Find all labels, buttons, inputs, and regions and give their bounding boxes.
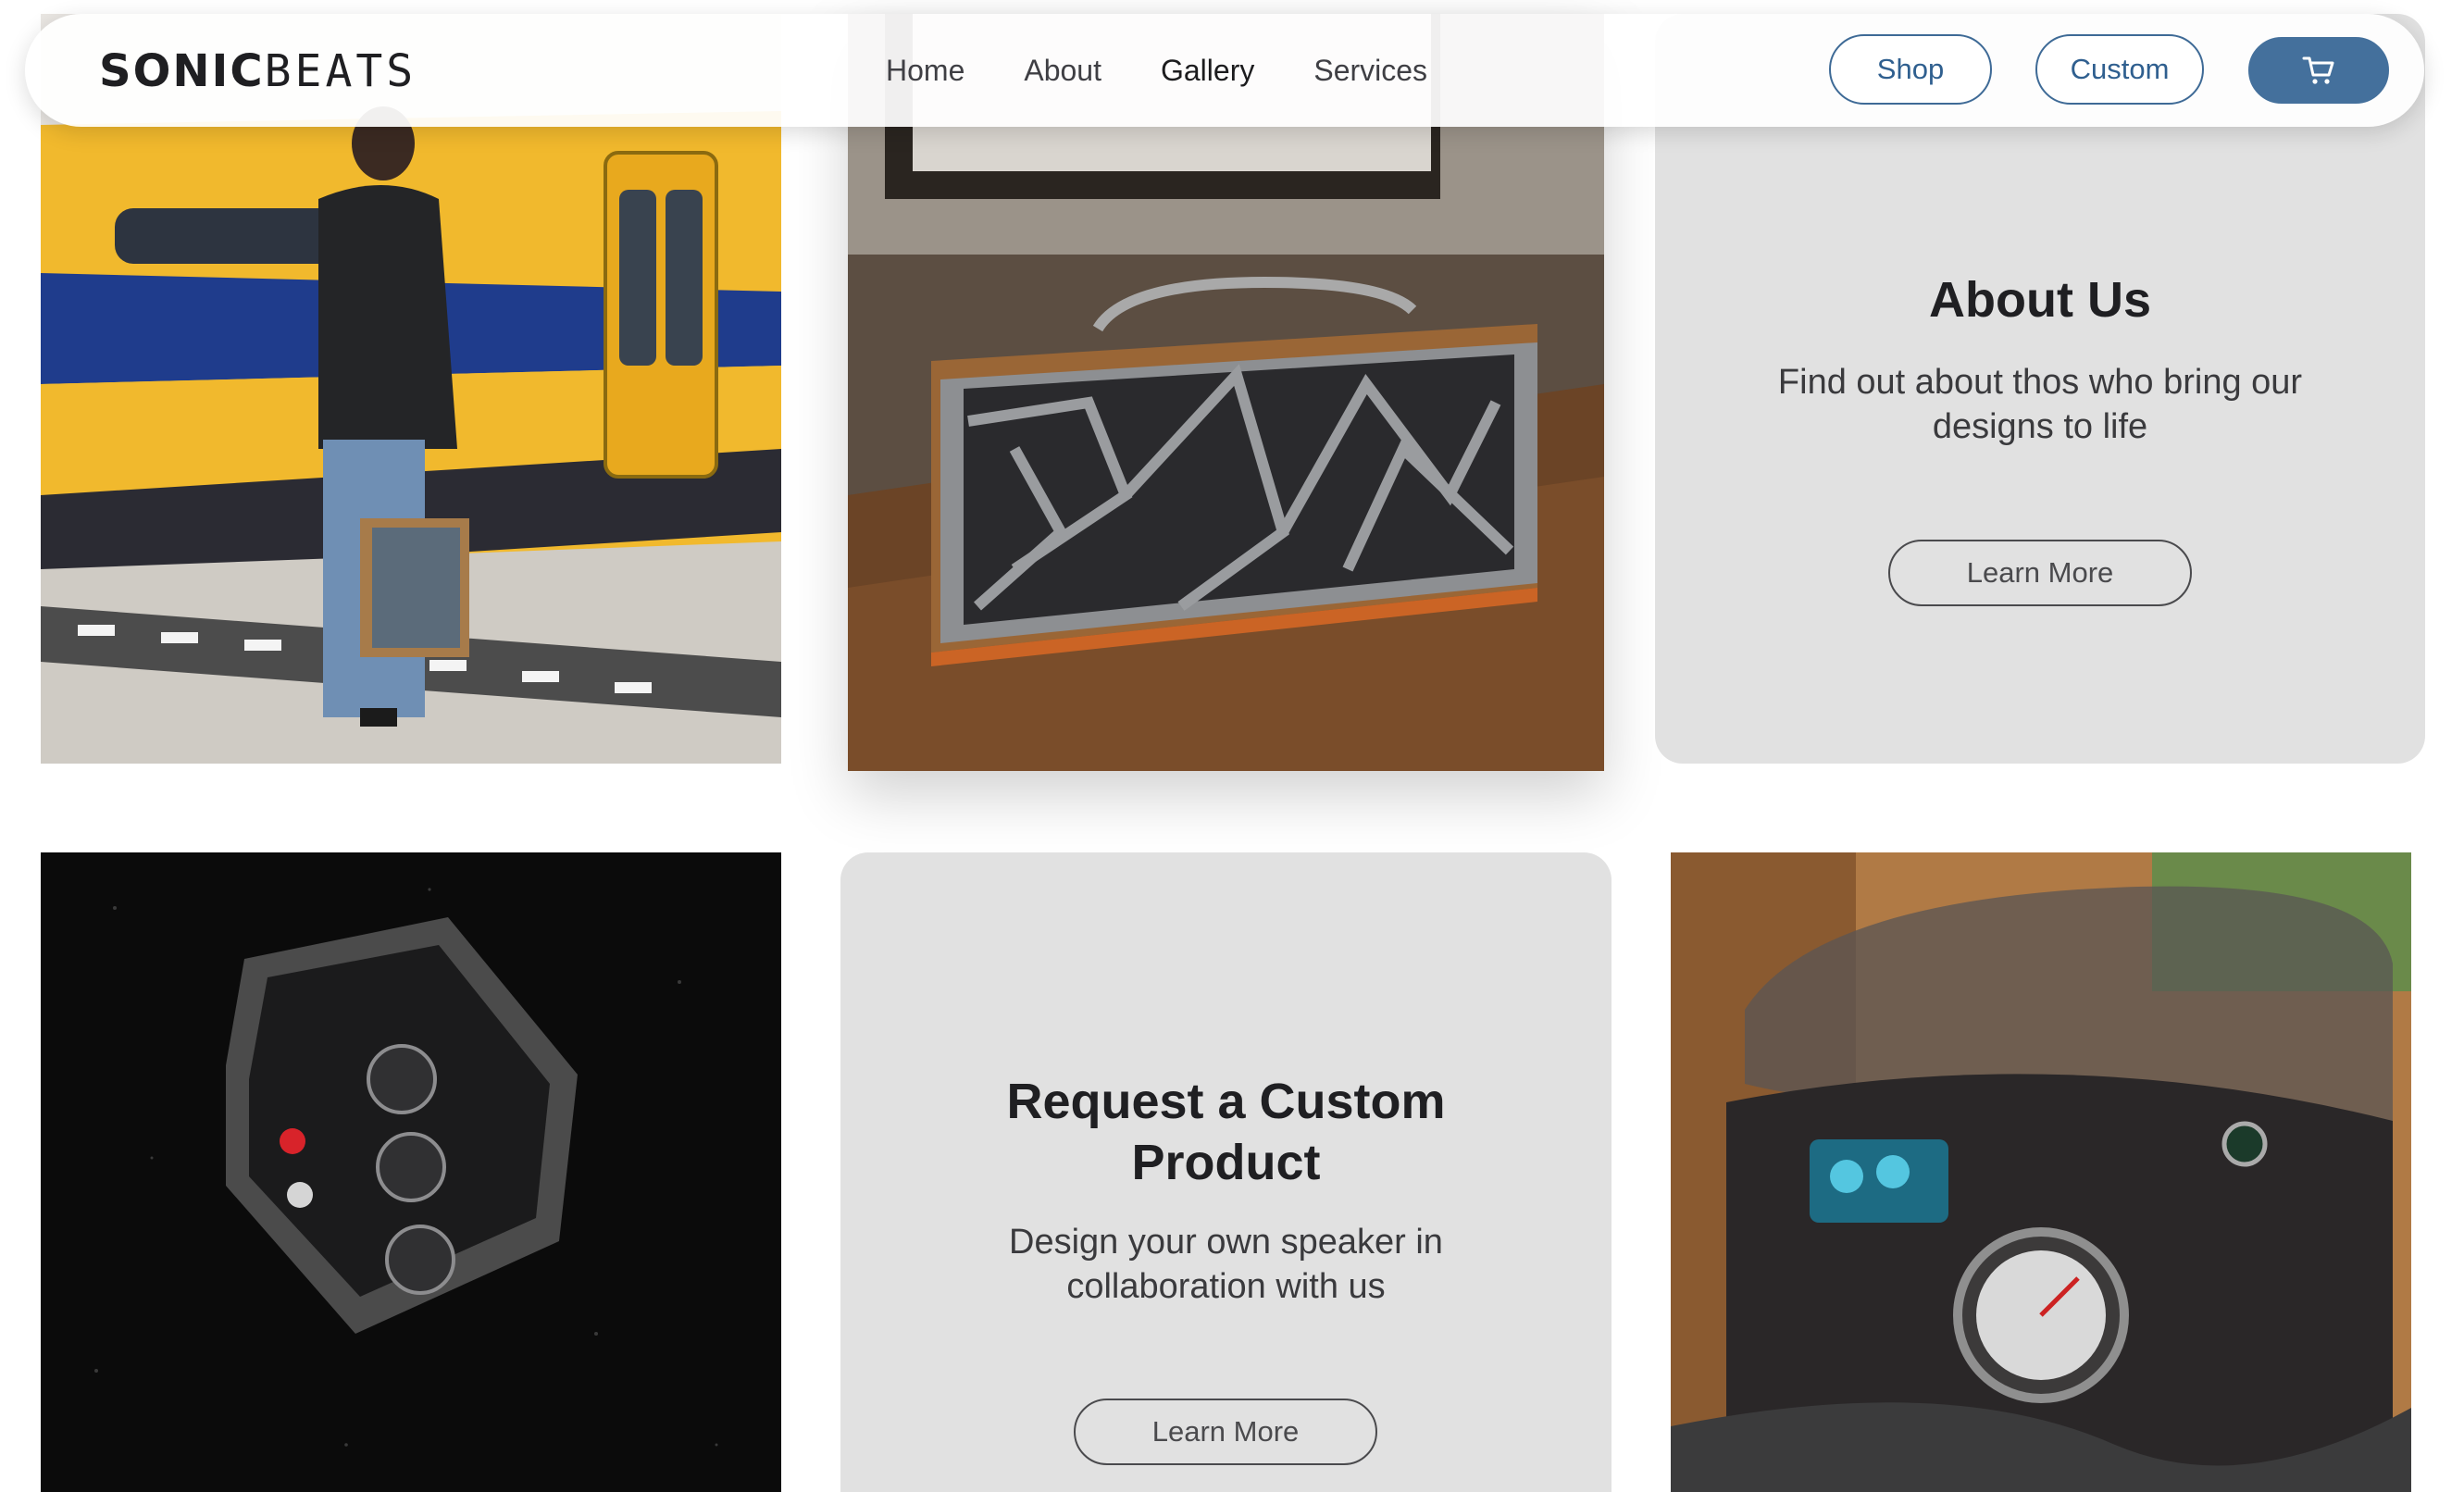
custom-product-text: Design your own speaker in collaboration… xyxy=(1009,1223,1443,1306)
motorcycle-photo xyxy=(1671,852,2411,1492)
about-learn-more-button[interactable]: Learn More xyxy=(1888,540,2192,606)
logo-text-sonic: SONIC xyxy=(99,45,265,97)
wood-speaker-photo xyxy=(848,14,1604,771)
nav-link-services[interactable]: Services xyxy=(1313,49,1427,92)
about-us-title: About Us xyxy=(1929,272,2151,328)
logo-text-beats: BEATS xyxy=(264,45,417,97)
custom-product-title: Request a Custom Product xyxy=(1006,1074,1446,1190)
sonicbeats-logo[interactable]: SONICBEATS xyxy=(99,45,417,97)
cart-button[interactable] xyxy=(2248,37,2389,104)
custom-product-card: Request a Custom Product Design your own… xyxy=(840,852,1612,1492)
cart-icon xyxy=(2302,56,2334,84)
nav-link-about[interactable]: About xyxy=(1024,49,1101,92)
nav-link-home[interactable]: Home xyxy=(886,49,964,92)
gallery-image-wood-speaker[interactable] xyxy=(848,14,1604,771)
gallery-image-control-panel[interactable] xyxy=(41,852,781,1492)
top-navbar: SONICBEATS Home About Gallery Services S… xyxy=(25,14,2424,127)
about-us-text: Find out about thos who bring our design… xyxy=(1777,363,2303,446)
page: About Us Find out about thos who bring o… xyxy=(0,0,2464,1492)
custom-learn-more-button[interactable]: Learn More xyxy=(1074,1399,1377,1465)
shop-button[interactable]: Shop xyxy=(1829,34,1992,105)
main-nav: Home About Gallery Services xyxy=(886,49,1427,92)
gallery-image-motorcycle[interactable] xyxy=(1671,852,2411,1492)
nav-link-gallery[interactable]: Gallery xyxy=(1161,49,1254,92)
custom-button[interactable]: Custom xyxy=(2035,34,2204,105)
control-panel-photo xyxy=(41,852,781,1492)
